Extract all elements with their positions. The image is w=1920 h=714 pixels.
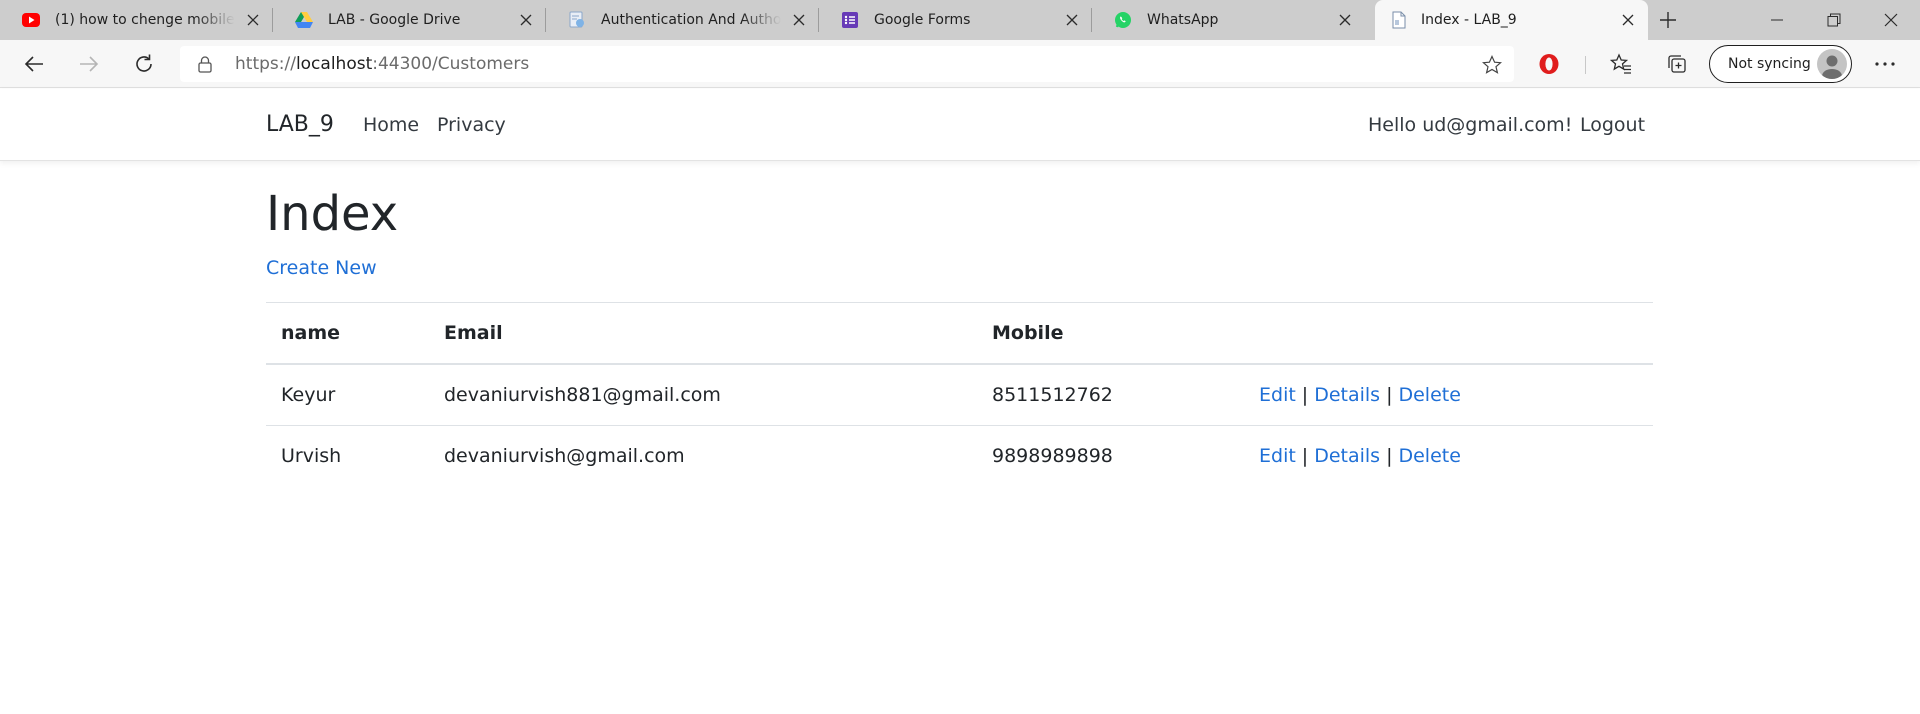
table-row: Keyur devaniurvish881@gmail.com 85115127…: [266, 364, 1653, 425]
lock-icon[interactable]: [196, 55, 214, 73]
google-drive-icon: [295, 11, 313, 29]
close-window-icon[interactable]: [1863, 0, 1919, 40]
profile-sync-button[interactable]: Not syncing: [1709, 45, 1852, 83]
url-host: localhost: [295, 54, 373, 74]
minimize-icon[interactable]: [1749, 0, 1805, 40]
new-tab-icon[interactable]: [1656, 8, 1680, 32]
customer-mobile-cell: 8511512762: [992, 384, 1113, 406]
whatsapp-icon: [1114, 11, 1132, 29]
tab-title: WhatsApp: [1147, 12, 1219, 28]
address-bar[interactable]: https://localhost:44300/Customers: [180, 46, 1514, 82]
table-row: Urvish devaniurvish@gmail.com 9898989898…: [266, 425, 1653, 486]
details-link[interactable]: Details: [1314, 445, 1380, 467]
close-tab-icon[interactable]: [518, 12, 534, 28]
action-separator: |: [1386, 384, 1393, 406]
site-navbar: LAB_9 Home Privacy Hello ud@gmail.com! L…: [0, 89, 1920, 161]
column-header-email: Email: [444, 322, 503, 344]
delete-link[interactable]: Delete: [1398, 445, 1460, 467]
url-path: :44300/Customers: [372, 54, 530, 74]
forward-arrow-icon[interactable]: [73, 48, 105, 80]
column-header-mobile: Mobile: [992, 322, 1064, 344]
browser-toolbar: https://localhost:44300/Customers Not sy…: [0, 40, 1920, 88]
logout-button[interactable]: Logout: [1580, 89, 1645, 161]
row-actions: Edit | Details | Delete: [1259, 365, 1461, 425]
favorites-icon[interactable]: [1605, 48, 1637, 80]
opera-extension-icon[interactable]: [1533, 48, 1565, 80]
more-options-icon[interactable]: [1869, 48, 1901, 80]
table-header-row: name Email Mobile: [266, 302, 1653, 364]
action-separator: |: [1301, 445, 1309, 467]
action-separator: |: [1301, 384, 1309, 406]
tab-title: Google Forms: [874, 12, 971, 28]
tab-title: (1) how to chenge mobile nu: [55, 12, 235, 28]
add-favorite-star-icon[interactable]: [1481, 55, 1503, 75]
collections-icon[interactable]: [1661, 48, 1693, 80]
page-title: Index: [266, 186, 399, 242]
url-scheme: https://: [235, 54, 296, 74]
youtube-icon: [22, 11, 40, 29]
customer-name-cell: Urvish: [281, 445, 342, 467]
tab-title: Authentication And Authoriz: [601, 12, 781, 28]
tab-google-forms[interactable]: Google Forms: [819, 0, 1092, 40]
nav-home-link[interactable]: Home: [363, 89, 419, 161]
row-actions: Edit | Details | Delete: [1259, 426, 1461, 486]
page-viewport: LAB_9 Home Privacy Hello ud@gmail.com! L…: [0, 89, 1920, 714]
edit-link[interactable]: Edit: [1259, 384, 1296, 406]
tab-google-drive[interactable]: LAB - Google Drive: [273, 0, 546, 40]
edit-link[interactable]: Edit: [1259, 445, 1296, 467]
restore-icon[interactable]: [1806, 0, 1862, 40]
user-greeting-link[interactable]: Hello ud@gmail.com!: [1368, 89, 1572, 161]
tab-authentication[interactable]: Authentication And Authoriz: [546, 0, 819, 40]
customer-name-cell: Keyur: [281, 384, 336, 406]
tab-title: Index - LAB_9: [1421, 12, 1517, 28]
nav-privacy-link[interactable]: Privacy: [437, 89, 506, 161]
page-icon: [568, 11, 586, 29]
column-header-name: name: [281, 322, 341, 344]
toolbar-divider: [1585, 56, 1586, 74]
delete-link[interactable]: Delete: [1398, 384, 1460, 406]
tab-title: LAB - Google Drive: [328, 12, 461, 28]
close-tab-icon[interactable]: [245, 12, 261, 28]
customers-table: name Email Mobile Keyur devaniurvish881@…: [266, 302, 1653, 486]
sync-status-label: Not syncing: [1728, 56, 1811, 72]
refresh-icon[interactable]: [128, 48, 160, 80]
back-arrow-icon[interactable]: [18, 48, 50, 80]
details-link[interactable]: Details: [1314, 384, 1380, 406]
tab-youtube[interactable]: (1) how to chenge mobile nu: [0, 0, 273, 40]
action-separator: |: [1386, 445, 1393, 467]
close-tab-icon[interactable]: [1064, 12, 1080, 28]
create-new-link[interactable]: Create New: [266, 255, 377, 281]
close-tab-icon[interactable]: [1337, 12, 1353, 28]
google-forms-icon: [841, 11, 859, 29]
url-text[interactable]: https://localhost:44300/Customers: [235, 46, 529, 82]
close-tab-icon[interactable]: [1620, 12, 1636, 28]
customer-email-cell: devaniurvish@gmail.com: [444, 445, 685, 467]
customer-mobile-cell: 9898989898: [992, 445, 1113, 467]
tab-whatsapp[interactable]: WhatsApp: [1092, 0, 1365, 40]
close-tab-icon[interactable]: [791, 12, 807, 28]
site-brand-link[interactable]: LAB_9: [266, 89, 334, 161]
browser-tab-strip: (1) how to chenge mobile nu LAB - Google…: [0, 0, 1920, 40]
document-icon: [1390, 11, 1408, 29]
customer-email-cell: devaniurvish881@gmail.com: [444, 384, 721, 406]
profile-avatar-icon: [1817, 49, 1847, 79]
tab-index-lab9[interactable]: Index - LAB_9: [1375, 0, 1648, 40]
